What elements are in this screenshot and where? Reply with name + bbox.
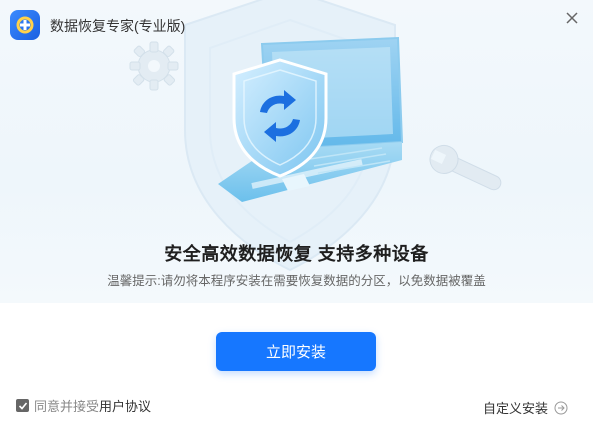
checkbox-check-icon — [18, 401, 27, 410]
headline: 安全高效数据恢复 支持多种设备 — [164, 244, 429, 264]
custom-install-link[interactable]: 自定义安装 — [483, 398, 568, 417]
arrow-right-circle-icon — [554, 401, 568, 414]
install-tip: 温馨提示:请勿将本程序安装在需要恢复数据的分区，以免数据被覆盖 — [107, 274, 486, 288]
agree-label: 同意并接受 — [34, 399, 100, 414]
app-logo-icon — [10, 10, 40, 40]
shield-refresh-icon — [232, 58, 328, 178]
gear-icon — [129, 41, 179, 91]
wrench-icon — [429, 144, 502, 191]
hero-banner: 安全高效数据恢复 支持多种设备 温馨提示:请勿将本程序安装在需要恢复数据的分区，… — [0, 0, 593, 303]
agree-checkbox[interactable] — [16, 399, 29, 412]
user-agreement-link[interactable]: 用户协议 — [99, 396, 151, 415]
close-icon[interactable] — [564, 10, 580, 26]
agreement-row: 同意并接受 用户协议 — [16, 396, 151, 415]
window-title: 数据恢复专家(专业版) — [50, 18, 186, 34]
install-now-button[interactable]: 立即安装 — [216, 332, 376, 371]
custom-install-label: 自定义安装 — [483, 401, 549, 416]
